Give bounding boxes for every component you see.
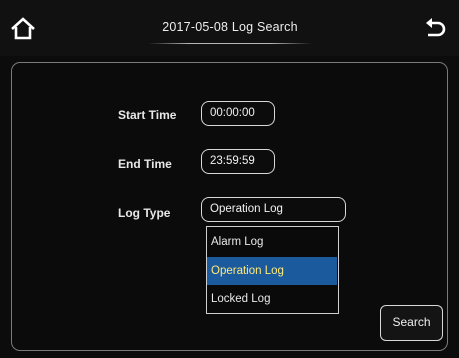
log-type-option-locked[interactable]: Locked Log (207, 285, 337, 313)
end-time-label: End Time (118, 157, 172, 171)
back-arrow-icon (426, 18, 446, 37)
log-type-option-operation[interactable]: Operation Log (207, 257, 337, 285)
log-type-select[interactable]: Operation Log (201, 197, 346, 222)
title-underline (148, 43, 312, 44)
home-icon (11, 17, 35, 40)
start-time-label: Start Time (118, 108, 177, 122)
back-button[interactable] (419, 14, 449, 44)
page-title: 2017-05-08 Log Search (162, 20, 298, 34)
home-button[interactable] (8, 14, 38, 44)
start-time-field[interactable]: 00:00:00 (201, 101, 275, 126)
end-time-field[interactable]: 23:59:59 (201, 149, 275, 174)
log-search-screen: 2017-05-08 Log Search Start Time 00:00:0… (0, 0, 459, 358)
log-type-option-alarm[interactable]: Alarm Log (207, 228, 337, 256)
search-button[interactable]: Search (380, 305, 443, 341)
header-bar: 2017-05-08 Log Search (0, 0, 459, 56)
log-type-dropdown: Alarm Log Operation Log Locked Log (206, 226, 339, 314)
log-type-label: Log Type (118, 206, 171, 220)
